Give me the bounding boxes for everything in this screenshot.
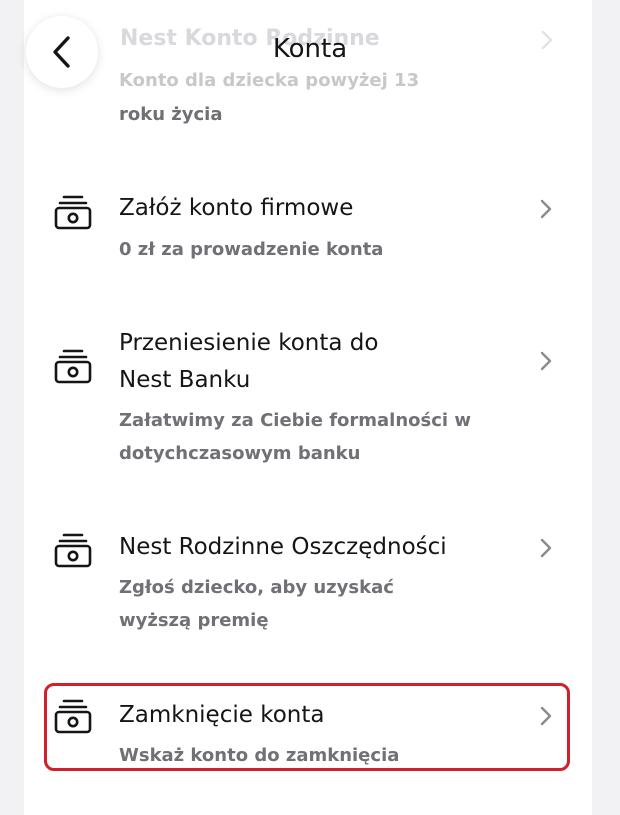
item-subtitle-line2: wyższą premię <box>119 610 269 631</box>
list-item-account-transfer[interactable]: Przeniesienie konta do Nest Banku Załatw… <box>0 322 620 472</box>
item-subtitle: Wskaż konto do zamknięcia <box>119 745 400 766</box>
cash-stack-icon <box>54 533 92 568</box>
cash-stack-icon <box>54 349 92 384</box>
cash-stack-icon <box>54 699 92 734</box>
chevron-right-icon <box>540 199 552 219</box>
chevron-right-icon <box>540 706 552 726</box>
list-item-family-savings[interactable]: Nest Rodzinne Oszczędności Zgłoś dziecko… <box>0 527 620 637</box>
chevron-right-icon <box>540 351 552 371</box>
item-title: Zamknięcie konta <box>119 702 325 728</box>
item-title-line1: Przeniesienie konta do <box>119 330 379 356</box>
item-subtitle-line1: Załatwimy za Ciebie formalności w <box>119 410 471 431</box>
cash-stack-icon <box>54 195 92 230</box>
item-title-line2: Nest Banku <box>119 367 251 393</box>
list-item-business-account[interactable]: Załóż konto firmowe 0 zł za prowadzenie … <box>0 180 620 280</box>
chevron-right-icon <box>540 538 552 558</box>
page-title: Konta <box>272 34 348 64</box>
header: Konta <box>0 0 620 100</box>
item-title: Załóż konto firmowe <box>119 195 354 221</box>
item-subtitle-line1: Zgłoś dziecko, aby uzyskać <box>119 577 394 598</box>
item-title: Nest Rodzinne Oszczędności <box>119 534 447 560</box>
item-subtitle: 0 zł za prowadzenie konta <box>119 239 384 260</box>
item-subtitle-line2: dotychczasowym banku <box>119 443 361 464</box>
ghost-item-subtitle-line2: roku życia <box>119 104 223 125</box>
list-item-close-account[interactable]: Zamknięcie konta Wskaż konto do zamknięc… <box>0 695 620 775</box>
